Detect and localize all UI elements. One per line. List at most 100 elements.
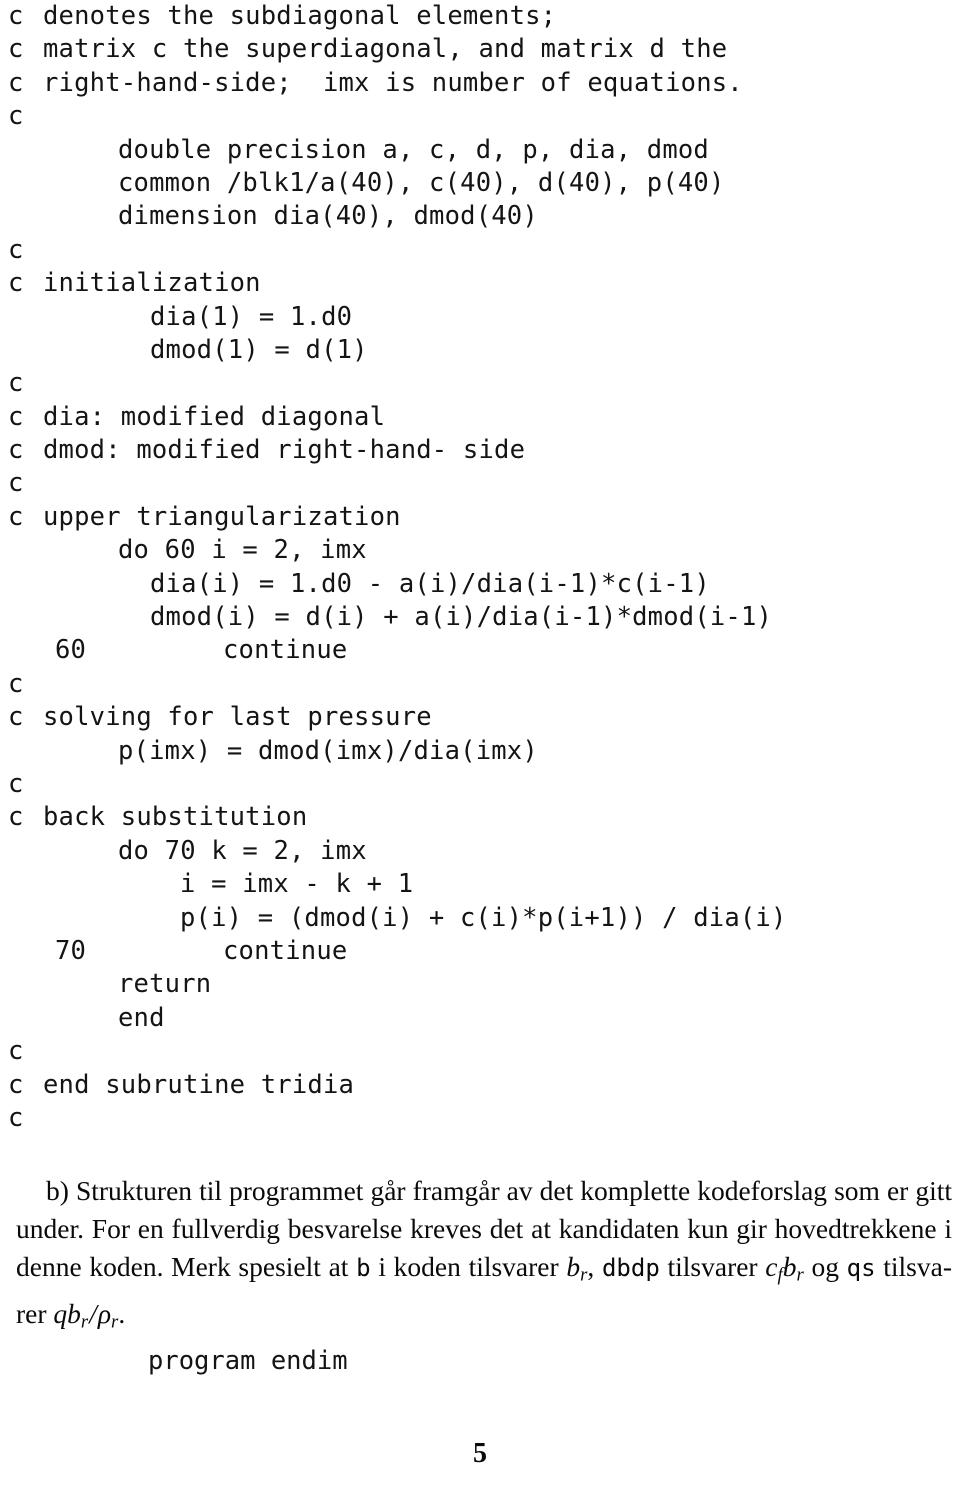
- code-line: c: [0, 234, 960, 267]
- code-line-text: dmod(i) = d(i) + a(i)/dia(i-1)*dmod(i-1): [150, 602, 773, 633]
- code-line-text: dimension dia(40), dmod(40): [118, 201, 538, 232]
- code-line-text: back substitution: [43, 802, 308, 833]
- code-line: common /blk1/a(40), c(40), d(40), p(40): [0, 167, 960, 200]
- comment-marker: c: [8, 368, 24, 399]
- code-line: dimension dia(40), dmod(40): [0, 200, 960, 233]
- comment-marker: c: [8, 1, 24, 31]
- comment-marker: c: [8, 268, 24, 299]
- code-line-text: continue: [223, 935, 348, 966]
- code-line: c back substitution: [0, 801, 960, 834]
- comment-marker: c: [8, 401, 24, 432]
- comment-marker: c: [8, 702, 24, 733]
- paragraph-period: .: [118, 1297, 126, 1329]
- comment-marker: c: [8, 234, 24, 265]
- code-line-text: p(imx) = dmod(imx)/dia(imx): [118, 735, 538, 766]
- code-line-text: initialization: [43, 268, 261, 299]
- comment-marker: c: [8, 501, 24, 532]
- code-line-text: continue: [223, 635, 348, 666]
- comment-marker: c: [8, 435, 24, 466]
- paragraph-line-3b: i koden tilsvarer: [378, 1251, 559, 1282]
- math-qbr-over-rhor: qbr/ρr: [53, 1297, 119, 1333]
- paragraph-line-3e: og: [811, 1251, 839, 1282]
- code-line: c: [0, 668, 960, 701]
- code-line: c end subrutine tridia: [0, 1069, 960, 1102]
- code-line-text: upper triangularization: [43, 501, 401, 532]
- code-line-text: denotes the subdiagonal elements;: [43, 1, 557, 31]
- code-line: c denotes the subdiagonal elements;: [0, 0, 960, 33]
- code-line-text: matrix c the superdiagonal, and matrix d…: [43, 34, 728, 65]
- comment-marker: c: [8, 1069, 24, 1100]
- code-line: c: [0, 467, 960, 500]
- inline-code-qs: qs: [846, 1254, 876, 1282]
- code-line: c: [0, 768, 960, 801]
- code-line: i = imx - k + 1: [0, 868, 960, 901]
- code-line: c: [0, 1102, 960, 1135]
- comment-marker: c: [8, 67, 24, 98]
- code-line: 70 continue: [0, 935, 960, 968]
- statement-label: 70: [55, 935, 87, 966]
- paragraph-line-1: Strukturen til programmet går framgår av…: [75, 1175, 953, 1206]
- comment-marker: c: [8, 668, 24, 699]
- code-line: p(i) = (dmod(i) + c(i)*p(i+1)) / dia(i): [0, 902, 960, 935]
- code-line-text: dmod: modified right-hand- side: [43, 435, 526, 466]
- paragraph-line-3d: tilsvarer: [667, 1251, 758, 1282]
- code-line: c: [0, 100, 960, 133]
- inline-code-dbdp: dbdp: [601, 1254, 660, 1282]
- code-line-text: return: [118, 969, 212, 1000]
- code-line-text: right-hand-side; imx is number of equati…: [43, 67, 743, 98]
- comment-marker: c: [8, 768, 24, 799]
- math-cf-br: cfbr: [765, 1251, 804, 1286]
- comment-marker: c: [8, 802, 24, 833]
- code-line-text: double precision a, c, d, p, dia, dmod: [118, 134, 709, 165]
- comment-marker: c: [8, 468, 24, 499]
- code-line: dia(1) = 1.d0: [0, 301, 960, 334]
- paragraph-line-4a: rer: [16, 1297, 47, 1329]
- code-line-text: dia(1) = 1.d0: [150, 301, 353, 332]
- comment-marker: c: [8, 34, 24, 65]
- paragraph-line-3f: tilsva-: [883, 1251, 953, 1282]
- fortran-code-listing: c denotes the subdiagonal elements; c matri…: [0, 0, 960, 1135]
- code-line: do 60 i = 2, imx: [0, 534, 960, 567]
- code-line: double precision a, c, d, p, dia, dmod: [0, 134, 960, 167]
- code-line: c dia: modified diagonal: [0, 401, 960, 434]
- code-line-text: dia(i) = 1.d0 - a(i)/dia(i-1)*c(i-1): [150, 568, 710, 599]
- paragraph-line-2: under. For en fullverdig besvarelse krev…: [16, 1213, 952, 1244]
- code-line: dmod(1) = d(1): [0, 334, 960, 367]
- statement-label: 60: [55, 635, 87, 666]
- code-line: p(imx) = dmod(imx)/dia(imx): [0, 735, 960, 768]
- answer-paragraph: b) Strukturen til programmet går framgår…: [16, 1172, 952, 1341]
- code-line: c solving for last pressure: [0, 701, 960, 734]
- code-line-text: common /blk1/a(40), c(40), d(40), p(40): [118, 167, 725, 198]
- code-line-text: i = imx - k + 1: [180, 869, 414, 900]
- code-line: c initialization: [0, 267, 960, 300]
- code-line: c right-hand-side; imx is number of equat…: [0, 67, 960, 100]
- code-line: 60 continue: [0, 634, 960, 667]
- comment-marker: c: [8, 1036, 24, 1067]
- code-line: do 70 k = 2, imx: [0, 835, 960, 868]
- inline-code-b: b: [356, 1254, 371, 1282]
- math-br: br: [566, 1251, 588, 1286]
- code-line-text: dia: modified diagonal: [43, 401, 386, 432]
- code-line: c upper triangularization: [0, 501, 960, 534]
- code-line-text: end subrutine tridia: [43, 1069, 355, 1100]
- code-line: c dmod: modified right-hand- side: [0, 434, 960, 467]
- code-line: dmod(i) = d(i) + a(i)/dia(i-1)*dmod(i-1): [0, 601, 960, 634]
- code-line-text: solving for last pressure: [43, 702, 432, 733]
- code-line-text: p(i) = (dmod(i) + c(i)*p(i+1)) / dia(i): [180, 902, 787, 933]
- code-line: end: [0, 1002, 960, 1035]
- code-line: return: [0, 968, 960, 1001]
- code-line: dia(i) = 1.d0 - a(i)/dia(i-1)*c(i-1): [0, 568, 960, 601]
- code-line-text: dmod(1) = d(1): [150, 334, 368, 365]
- paragraph-comma: ,: [587, 1251, 595, 1282]
- comment-marker: c: [8, 1102, 24, 1133]
- code-line-text: end: [118, 1002, 165, 1033]
- code-line: c: [0, 367, 960, 400]
- code-line-text: do 70 k = 2, imx: [118, 835, 367, 866]
- answer-label: b): [46, 1175, 69, 1206]
- code-line: c matrix c the superdiagonal, and matrix …: [0, 33, 960, 66]
- code-line-text: do 60 i = 2, imx: [118, 535, 367, 566]
- paragraph-line-3a: denne koden. Merk spesielt at: [16, 1251, 349, 1282]
- comment-marker: c: [8, 101, 24, 132]
- trailing-code-line: program endim: [148, 1346, 348, 1376]
- page-number: 5: [473, 1438, 487, 1469]
